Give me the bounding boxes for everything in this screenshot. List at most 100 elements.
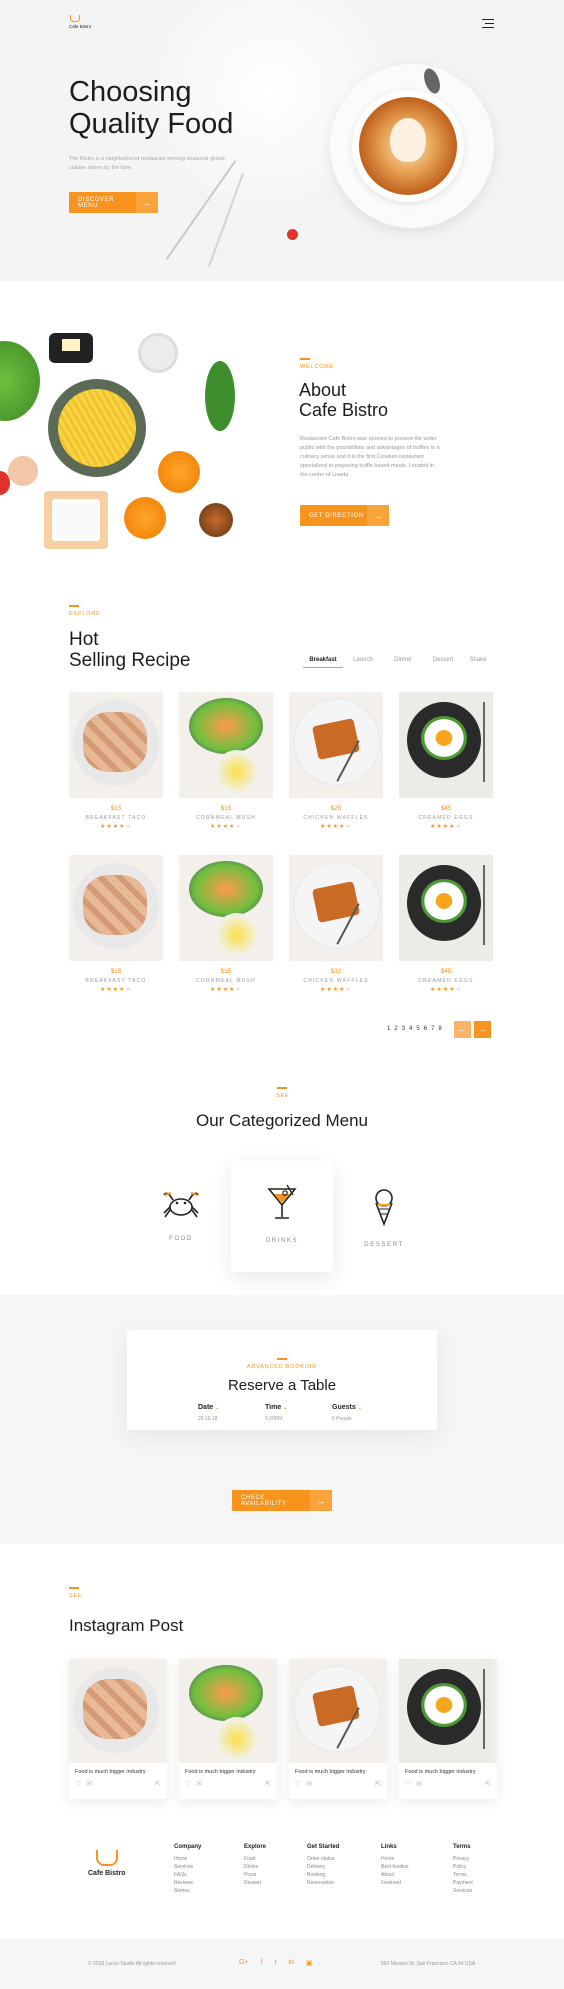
orange-image <box>158 451 200 493</box>
recipe-image <box>289 692 383 798</box>
discover-menu-button[interactable]: DISCOVER MENU → <box>69 192 158 213</box>
linkedin-icon[interactable]: in <box>288 1959 293 1967</box>
tab-shake[interactable]: Shake <box>463 657 493 668</box>
footer-link[interactable]: Services <box>174 1863 201 1871</box>
instagram-post[interactable]: Food is much bigger industry ♡ ✉ ⇱ <box>179 1659 277 1799</box>
footer-link[interactable]: Drinks <box>244 1863 266 1871</box>
facebook-icon[interactable]: f <box>261 1959 263 1967</box>
page-link[interactable]: 5 <box>416 1026 419 1032</box>
instagram-post[interactable]: Food is much bigger industry ♡ ✉ ⇱ <box>289 1659 387 1799</box>
recipe-card[interactable]: $25 CHICKEN WAFFLES ★★★★★ <box>289 692 383 830</box>
instagram-title: Instagram Post <box>69 1616 184 1635</box>
footer-link[interactable]: Reservation <box>307 1879 339 1887</box>
about-section: WELCOME About Cafe Bistro Restaurant Caf… <box>0 281 564 581</box>
category-dessert[interactable]: DESSERT <box>334 1165 434 1265</box>
footer-link[interactable]: About <box>381 1871 409 1879</box>
footer-link[interactable]: Order status <box>307 1855 339 1863</box>
footer-link[interactable]: Home <box>381 1855 409 1863</box>
category-food[interactable]: FOOD <box>131 1165 231 1265</box>
page-link[interactable]: 7 <box>431 1026 434 1032</box>
guests-field[interactable]: Guests ⌄ 5 People <box>332 1404 362 1422</box>
heart-icon[interactable]: ♡ <box>405 1780 411 1788</box>
recipe-price: $32 <box>330 968 342 975</box>
heart-icon[interactable]: ♡ <box>295 1780 301 1788</box>
footer-link[interactable]: Payment <box>453 1879 473 1887</box>
google-plus-icon[interactable]: G+ <box>239 1959 249 1967</box>
recipe-image <box>399 692 493 798</box>
share-icon[interactable]: ⇱ <box>265 1780 271 1788</box>
recipe-card[interactable]: $15 BREAKFAST TACO ★★★★★ <box>69 692 163 830</box>
comment-icon[interactable]: ✉ <box>416 1780 422 1788</box>
footer-link[interactable]: Terms <box>453 1871 473 1879</box>
get-direction-button[interactable]: GET DIRECTION → <box>300 505 389 526</box>
post-image <box>179 1659 277 1763</box>
footer-link[interactable]: Booking <box>307 1871 339 1879</box>
share-icon[interactable]: ⇱ <box>155 1780 161 1788</box>
instagram-post[interactable]: Food is much bigger industry ♡ ✉ ⇱ <box>399 1659 497 1799</box>
page-link[interactable]: 6 <box>424 1026 427 1032</box>
page-link[interactable]: 3 <box>402 1026 405 1032</box>
heart-icon[interactable]: ♡ <box>75 1780 81 1788</box>
rating-stars: ★★★★★ <box>210 987 242 993</box>
tab-dinner[interactable]: Dinner <box>383 657 423 668</box>
footer-link[interactable]: Policy <box>453 1863 473 1871</box>
footer-link[interactable]: Pizza <box>244 1871 266 1879</box>
recipe-name: BREAKFAST TACO <box>85 978 147 984</box>
recipe-card[interactable]: $45 CREAMED EGGS ★★★★★ <box>399 855 493 993</box>
comment-icon[interactable]: ✉ <box>86 1780 92 1788</box>
recipe-price: $45 <box>440 968 452 975</box>
logo[interactable]: Cafe Bistro <box>69 15 91 29</box>
page-link[interactable]: 8 <box>438 1026 441 1032</box>
tab-launch[interactable]: Launch <box>343 657 383 668</box>
menu-icon[interactable] <box>482 19 494 28</box>
tab-breakfast[interactable]: Breakfast <box>303 657 343 668</box>
footer-link[interactable]: Home <box>174 1855 201 1863</box>
flour-bowl-image <box>138 333 178 373</box>
page-link[interactable]: 2 <box>394 1026 397 1032</box>
instagram-post[interactable]: Food is much bigger industry ♡ ✉ ⇱ <box>69 1659 167 1799</box>
footer-link[interactable]: FAQs <box>174 1871 201 1879</box>
instagram-icon[interactable]: ▣ <box>306 1959 313 1967</box>
next-page-button[interactable]: → <box>474 1021 491 1038</box>
date-field[interactable]: Date ⌄ 29.10.18 <box>198 1404 219 1422</box>
accent-line <box>69 605 79 607</box>
coffee-cup-icon <box>70 15 80 22</box>
footer-column-title: Terms <box>453 1844 471 1850</box>
footer-link[interactable]: Privacy <box>453 1855 473 1863</box>
share-icon[interactable]: ⇱ <box>375 1780 381 1788</box>
footer-link[interactable]: Reviews <box>174 1879 201 1887</box>
heart-icon[interactable]: ♡ <box>185 1780 191 1788</box>
category-drinks[interactable]: DRINKS <box>231 1161 333 1272</box>
twitter-icon[interactable]: t <box>275 1959 277 1967</box>
recipe-card[interactable]: $15 CORNMEAL MUSH ★★★★★ <box>179 855 273 993</box>
rating-stars: ★★★★★ <box>430 987 462 993</box>
recipe-card[interactable]: $15 BREAKFAST TACO ★★★★★ <box>69 855 163 993</box>
footer-link[interactable]: Delivery <box>307 1863 339 1871</box>
footer-link[interactable]: Food <box>244 1855 266 1863</box>
coffee-cup-icon <box>95 1850 118 1866</box>
rating-stars: ★★★★★ <box>430 824 462 830</box>
pasta-image <box>58 389 136 467</box>
tab-dessert[interactable]: Dessert <box>423 657 463 668</box>
time-field[interactable]: Time ⌄ 5:30PM <box>265 1404 287 1422</box>
comment-icon[interactable]: ✉ <box>306 1780 312 1788</box>
check-availability-button[interactable]: CHECK AVAILABILITY → <box>232 1490 332 1511</box>
footer-link[interactable]: Services <box>453 1887 473 1895</box>
recipe-card[interactable]: $45 CREAMED EGGS ★★★★★ <box>399 692 493 830</box>
share-icon[interactable]: ⇱ <box>485 1780 491 1788</box>
about-title: About Cafe Bistro <box>299 380 389 420</box>
categories-title: Our Categorized Menu <box>196 1111 368 1130</box>
post-image <box>69 1659 167 1763</box>
recipe-card[interactable]: $32 CHICKEN WAFFLES ★★★★★ <box>289 855 383 993</box>
prev-page-button[interactable]: ← <box>454 1021 471 1038</box>
footer-logo[interactable]: Cafe Bistro <box>88 1850 125 1877</box>
footer-link[interactable]: Dessert <box>244 1879 266 1887</box>
page-link[interactable]: 1 <box>387 1026 390 1032</box>
comment-icon[interactable]: ✉ <box>196 1780 202 1788</box>
rating-stars: ★★★★★ <box>320 987 352 993</box>
footer-link[interactable]: Best foodies <box>381 1863 409 1871</box>
footer-link[interactable]: Featured <box>381 1879 409 1887</box>
footer-link[interactable]: Stories <box>174 1887 201 1895</box>
page-link[interactable]: 4 <box>409 1026 412 1032</box>
recipe-card[interactable]: $15 CORNMEAL MUSH ★★★★★ <box>179 692 273 830</box>
